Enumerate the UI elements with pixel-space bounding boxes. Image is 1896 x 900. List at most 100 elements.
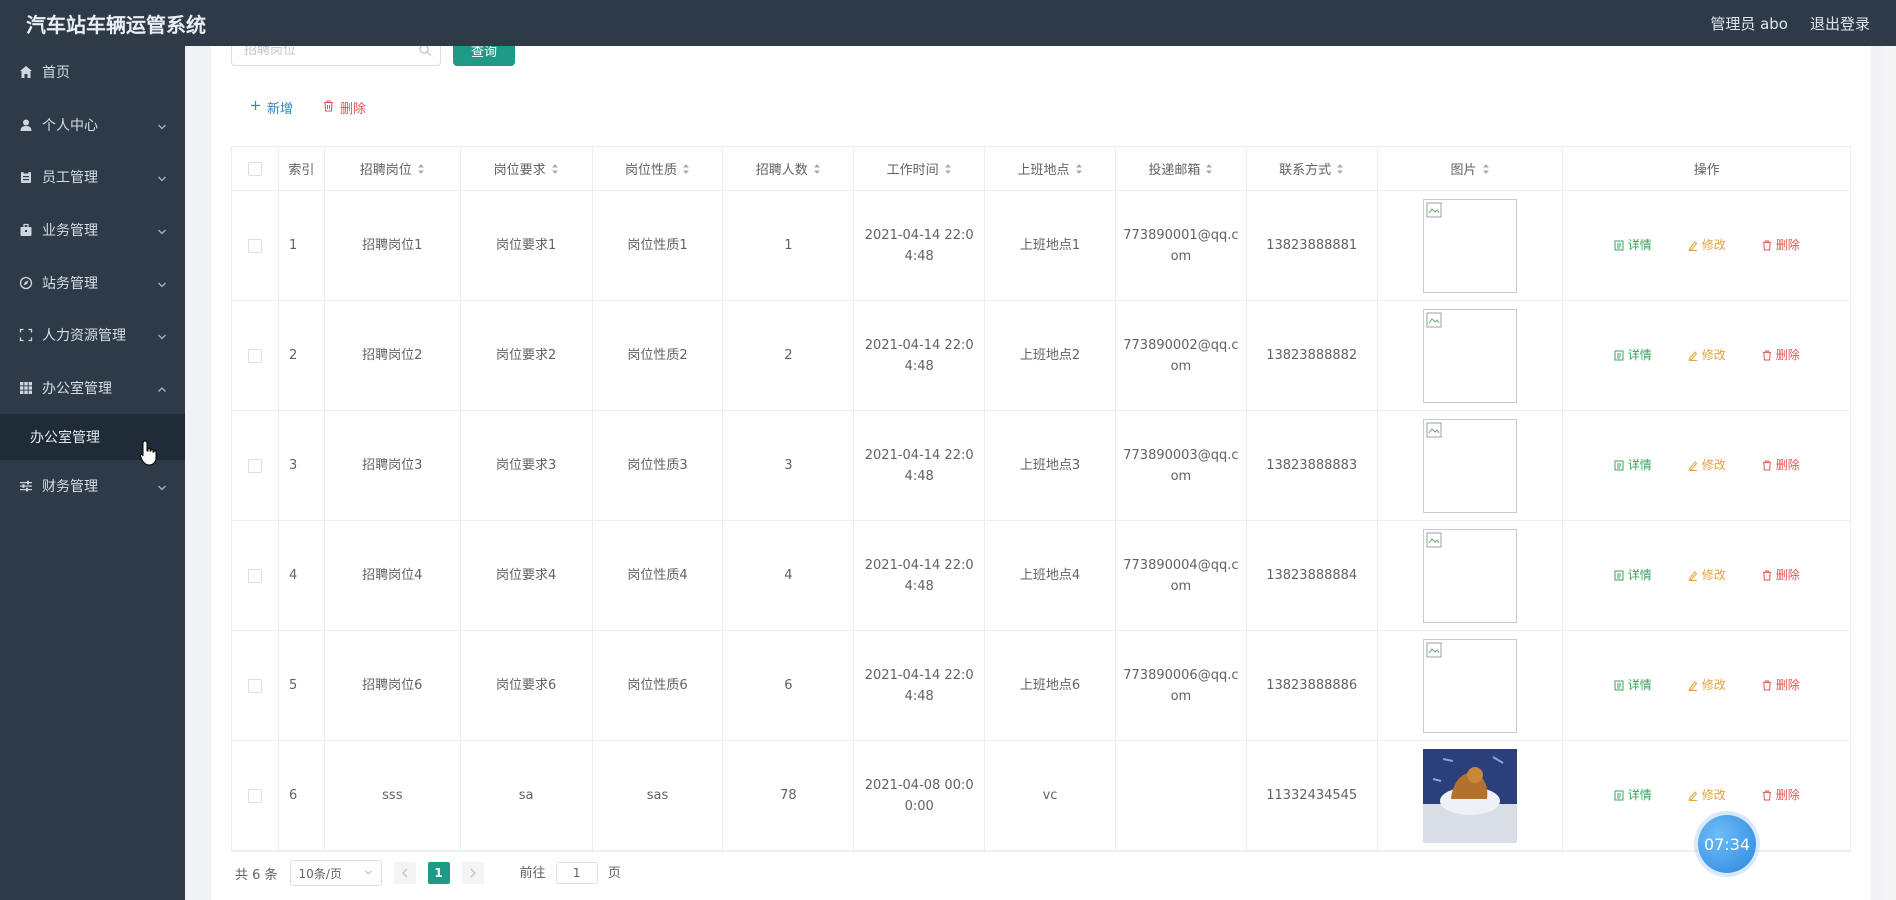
sidebar-item-label: 首页 [42, 65, 70, 82]
sidebar-item-office[interactable]: 办公室管理 [0, 362, 185, 415]
detail-button[interactable]: 详情 [1614, 675, 1652, 696]
header-actions: 操作 [1563, 147, 1850, 190]
row-select-cell [232, 191, 279, 300]
row-image[interactable] [1423, 418, 1518, 513]
document-icon [1614, 680, 1624, 691]
cell-requirement: 岗位要求6 [461, 631, 593, 740]
cell-time: 2021-04-14 22:04:48 [854, 191, 986, 300]
sidebar-item-staff[interactable]: 员工管理 [0, 151, 185, 204]
header-place[interactable]: 上班地点 [985, 147, 1116, 190]
delete-button[interactable]: 删除 [1762, 455, 1800, 476]
edit-button[interactable]: 修改 [1688, 785, 1726, 806]
header-requirement[interactable]: 岗位要求 [461, 147, 593, 190]
cell-post: sss [325, 741, 461, 850]
page-size-select[interactable]: 10条/页 [289, 860, 382, 886]
sort-icon[interactable] [682, 163, 690, 175]
page-size-value: 10条/页 [298, 866, 342, 881]
delete-button[interactable]: 删除 [1762, 675, 1800, 696]
cell-count: 3 [723, 411, 855, 520]
header-image[interactable]: 图片 [1378, 147, 1564, 190]
sidebar-item-home[interactable]: 首页 [0, 46, 185, 99]
edit-button[interactable]: 修改 [1688, 565, 1726, 586]
edit-button[interactable]: 修改 [1688, 675, 1726, 696]
row-checkbox[interactable] [247, 348, 262, 363]
delete-button[interactable]: 删除 [1762, 235, 1800, 256]
detail-label: 详情 [1627, 348, 1652, 362]
row-checkbox[interactable] [247, 458, 262, 473]
sort-icon[interactable] [551, 163, 559, 175]
row-checkbox[interactable] [247, 568, 262, 583]
chevron-down-icon [157, 481, 167, 491]
detail-button[interactable]: 详情 [1614, 785, 1652, 806]
edit-button[interactable]: 修改 [1688, 345, 1726, 366]
header-time[interactable]: 工作时间 [854, 147, 986, 190]
header-post[interactable]: 招聘岗位 [325, 147, 461, 190]
sort-icon[interactable] [1336, 163, 1344, 175]
home-icon [18, 64, 34, 80]
prev-page-button[interactable] [393, 862, 416, 884]
table-row: 2 招聘岗位2 岗位要求2 岗位性质2 2 2021-04-14 22:04:48 上班地点… [232, 301, 1850, 411]
edit-button[interactable]: 修改 [1688, 235, 1726, 256]
bulk-delete-button[interactable]: 删除 [323, 98, 366, 117]
edit-button[interactable]: 修改 [1688, 455, 1726, 476]
page-number-current[interactable]: 1 [427, 862, 450, 884]
sidebar-item-station[interactable]: 站务管理 [0, 256, 185, 309]
cell-post: 招聘岗位2 [325, 301, 461, 410]
detail-button[interactable]: 详情 [1614, 345, 1652, 366]
vertical-scrollbar[interactable] [1884, 46, 1896, 900]
cell-phone: 11332434545 [1247, 741, 1378, 850]
row-image[interactable] [1423, 198, 1518, 293]
row-checkbox[interactable] [247, 788, 262, 803]
detail-button[interactable]: 详情 [1614, 455, 1652, 476]
detail-button[interactable]: 详情 [1614, 235, 1652, 256]
row-checkbox[interactable] [247, 678, 262, 693]
delete-button[interactable]: 删除 [1762, 565, 1800, 586]
sidebar-item-label: 个人中心 [42, 117, 98, 134]
detail-label: 详情 [1627, 568, 1652, 582]
logout-link[interactable]: 退出登录 [1810, 13, 1870, 34]
trash-icon [1762, 680, 1771, 691]
document-icon [1614, 570, 1624, 581]
delete-button[interactable]: 删除 [1762, 785, 1800, 806]
sort-icon[interactable] [813, 163, 821, 175]
cell-email: 773890001@qq.com [1116, 191, 1247, 300]
row-checkbox[interactable] [247, 238, 262, 253]
header-count[interactable]: 招聘人数 [723, 147, 855, 190]
select-all-checkbox[interactable] [247, 161, 262, 176]
cell-place: 上班地点3 [985, 411, 1116, 520]
header-phone[interactable]: 联系方式 [1247, 147, 1378, 190]
sort-icon[interactable] [944, 163, 952, 175]
header-email[interactable]: 投递邮箱 [1116, 147, 1247, 190]
cell-phone: 13823888882 [1247, 301, 1378, 410]
sidebar-item-business[interactable]: 业务管理 [0, 204, 185, 257]
sidebar-item-personal[interactable]: 个人中心 [0, 99, 185, 152]
select-all-cell [232, 147, 279, 190]
add-button[interactable]: 新增 [250, 98, 293, 117]
next-page-button[interactable] [461, 862, 484, 884]
cell-phone: 13823888881 [1247, 191, 1378, 300]
cell-nature: sas [593, 741, 724, 850]
cell-post: 招聘岗位4 [325, 521, 461, 630]
trash-icon [1762, 570, 1771, 581]
sort-icon[interactable] [1482, 163, 1490, 175]
cell-count: 78 [723, 741, 855, 850]
detail-button[interactable]: 详情 [1614, 565, 1652, 586]
delete-button[interactable]: 删除 [1762, 345, 1800, 366]
row-image[interactable] [1423, 528, 1518, 623]
header-label: 工作时间 [886, 163, 939, 178]
header-nature[interactable]: 岗位性质 [593, 147, 724, 190]
goto-page-input[interactable] [555, 862, 598, 884]
sort-icon[interactable] [1075, 163, 1083, 175]
sidebar-item-hr[interactable]: 人力资源管理 [0, 309, 185, 362]
sidebar-item-finance[interactable]: 财务管理 [0, 460, 185, 513]
sort-icon[interactable] [1205, 163, 1213, 175]
cell-time: 2021-04-14 22:04:48 [854, 301, 986, 410]
row-image[interactable] [1423, 638, 1518, 733]
sort-icon[interactable] [417, 163, 425, 175]
row-photo[interactable] [1423, 748, 1518, 843]
cell-time: 2021-04-14 22:04:48 [854, 411, 986, 520]
row-image[interactable] [1423, 308, 1518, 403]
chevron-right-icon [470, 868, 476, 878]
table-header: 索引 招聘岗位 岗位要求 岗位性质 招聘人数 工作时间 上班地点 投递邮箱 联系… [232, 147, 1850, 191]
cell-nature: 岗位性质4 [593, 521, 724, 630]
